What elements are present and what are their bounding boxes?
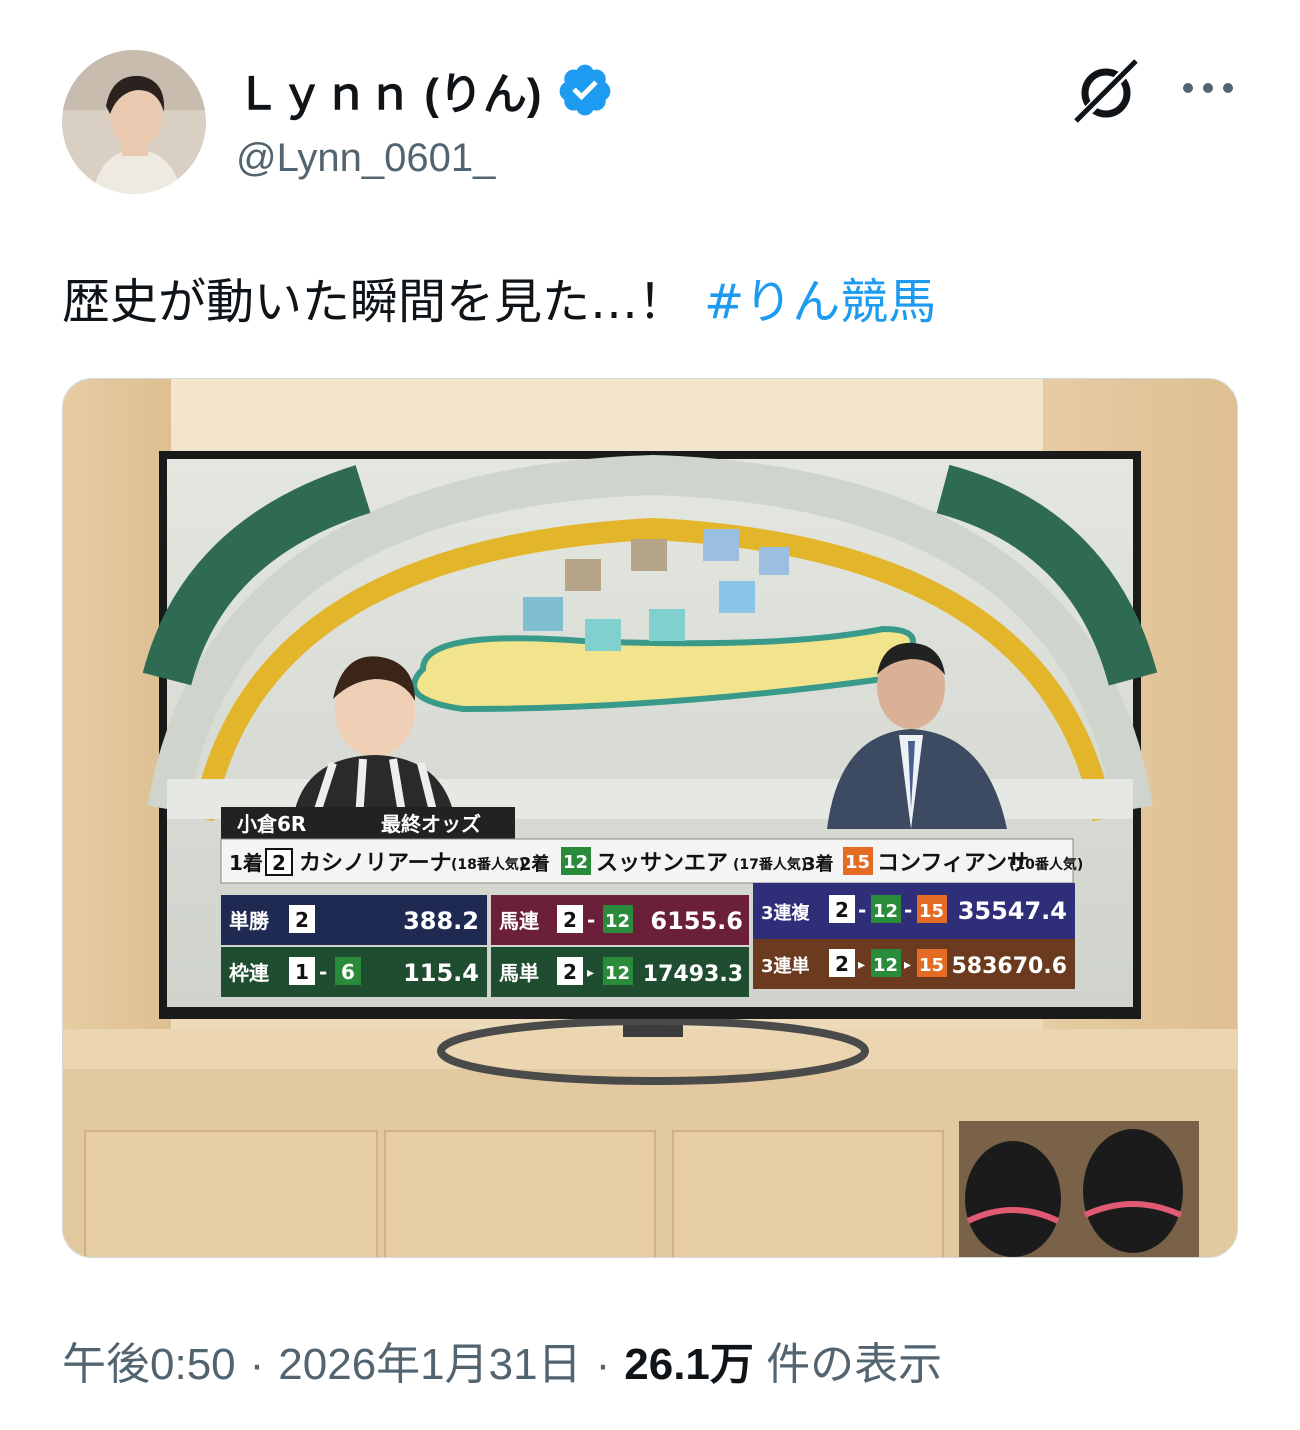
avatar[interactable] — [62, 50, 206, 194]
wakuren-label: 枠連 — [229, 961, 270, 985]
sanrentan-label: 3連単 — [761, 955, 810, 977]
place-2-horse: スッサンエア — [596, 851, 728, 876]
wakuren-a: 1 — [295, 960, 309, 984]
profile-photo-icon — [62, 50, 206, 194]
umaren-label: 馬連 — [499, 909, 540, 933]
odds-title: 最終オッズ — [381, 812, 481, 836]
hashtag-link[interactable]: #りん競馬 — [704, 274, 936, 330]
grok-icon — [1074, 59, 1138, 125]
svg-text:-: - — [319, 960, 327, 984]
umatan-value: 17493.3 — [643, 962, 743, 987]
verified-badge-icon[interactable] — [556, 61, 614, 119]
more-options-button[interactable] — [1176, 60, 1240, 116]
umaren-a: 2 — [563, 908, 577, 932]
sanrentan-b: 12 — [873, 955, 898, 976]
place-2-num: 12 — [563, 852, 588, 873]
place-3-pop: (10番人気) — [1009, 856, 1083, 873]
place-1-horse: カシノリアーナ — [299, 851, 452, 876]
place-1-pop: (18番人気) — [451, 856, 525, 873]
sanrenpuku-a: 2 — [835, 898, 849, 922]
sanrentan-a: 2 — [835, 952, 849, 976]
tweet-meta: 午後0:50 · 2026年1月31日 · 26.1万 件の表示 — [62, 1328, 942, 1392]
sanrentan-value: 583670.6 — [951, 954, 1067, 979]
svg-text:-: - — [587, 908, 595, 932]
place-2-pop: (17番人気) — [733, 856, 807, 873]
meta-separator: · — [249, 1340, 265, 1389]
umatan-a: 2 — [563, 960, 577, 984]
wakuren-value: 115.4 — [403, 959, 479, 987]
tweet-date[interactable]: 2026年1月31日 — [278, 1340, 581, 1389]
umaren-value: 6155.6 — [650, 907, 743, 935]
tansho-num: 2 — [295, 908, 309, 932]
tweet-photo[interactable]: 小倉6R 最終オッズ 1着 2 カシノリアーナ (18番人気) 2着 12 スッ… — [62, 378, 1238, 1258]
tv-photo-illustration: 小倉6R 最終オッズ 1着 2 カシノリアーナ (18番人気) 2着 12 スッ… — [63, 379, 1237, 1257]
place-1-num: 2 — [272, 851, 286, 875]
meta-separator: · — [595, 1340, 611, 1389]
grok-button[interactable] — [1070, 55, 1142, 127]
tweet-time[interactable]: 午後0:50 — [62, 1340, 236, 1389]
svg-text:▸: ▸ — [858, 957, 865, 973]
tansho-value: 388.2 — [403, 907, 479, 935]
tweet-text: 歴史が動いた瞬間を見た…！ #りん競馬 — [62, 262, 936, 332]
display-name[interactable]: Ｌｙｎｎ (りん) — [236, 58, 542, 122]
umatan-b: 12 — [605, 963, 630, 984]
place-3-horse: コンフィアンサ — [877, 851, 1029, 876]
view-count[interactable]: 26.1万 — [624, 1340, 754, 1389]
svg-text:-: - — [904, 898, 912, 922]
sanrenpuku-value: 35547.4 — [958, 897, 1067, 925]
umatan-label: 馬単 — [499, 961, 539, 985]
more-dots-icon — [1183, 83, 1233, 93]
sanrenpuku-c: 15 — [919, 901, 944, 922]
svg-text:▸: ▸ — [904, 957, 911, 973]
sanrentan-c: 15 — [919, 955, 944, 976]
author-name-row[interactable]: Ｌｙｎｎ (りん) — [236, 58, 614, 122]
place-3-label: 3着 — [803, 853, 834, 875]
place-2-label: 2着 — [519, 853, 550, 875]
sanrenpuku-b: 12 — [873, 901, 898, 922]
place-3-num: 15 — [845, 852, 870, 873]
umaren-b: 12 — [605, 911, 630, 932]
wakuren-b: 6 — [341, 960, 355, 984]
sanrenpuku-label: 3連複 — [761, 902, 811, 924]
tweet-body: 歴史が動いた瞬間を見た…！ — [62, 274, 687, 330]
race-name: 小倉6R — [237, 812, 306, 836]
author-handle[interactable]: @Lynn_0601_ — [236, 136, 495, 181]
svg-text:-: - — [858, 898, 866, 922]
place-1-label: 1着 — [229, 851, 263, 875]
view-count-suffix: 件の表示 — [766, 1340, 943, 1389]
svg-text:▸: ▸ — [587, 965, 594, 981]
tansho-label: 単勝 — [229, 909, 270, 933]
